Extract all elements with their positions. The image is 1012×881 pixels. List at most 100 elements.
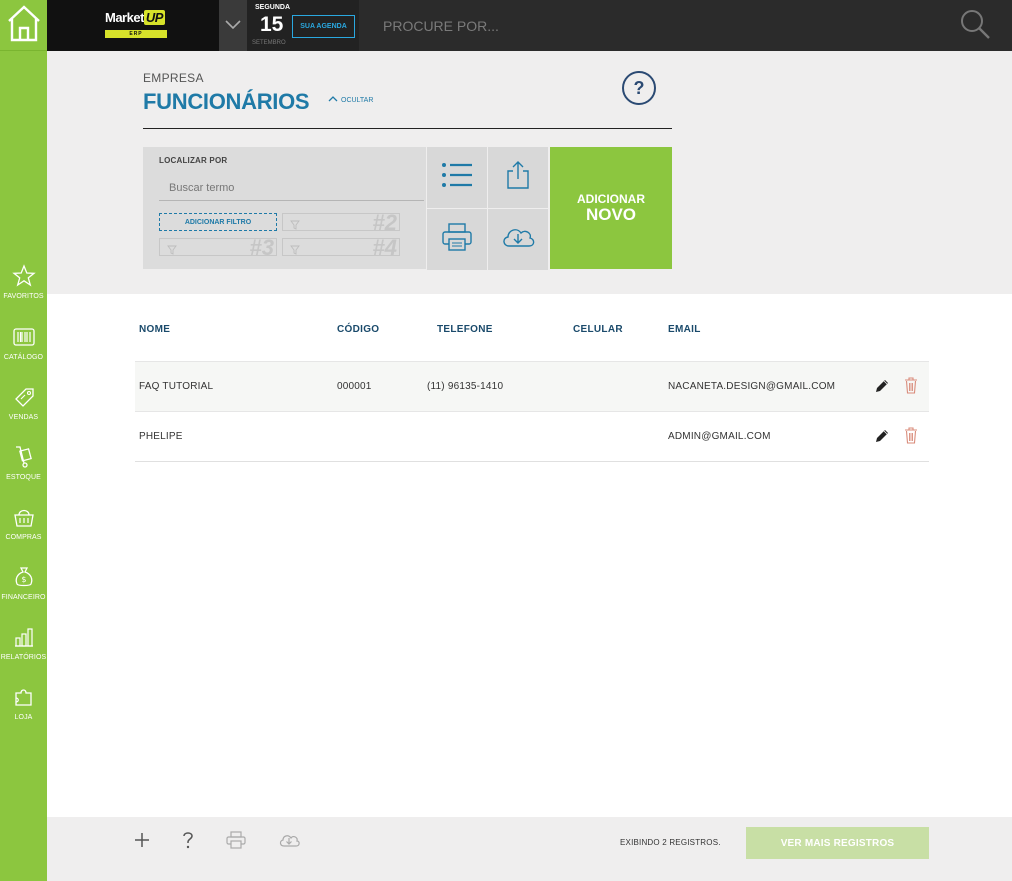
footer-bar: EXIBINDO 2 REGISTROS. VER MAIS REGISTROS <box>47 817 1012 881</box>
sidebar-item-catalogo[interactable]: CATÁLOGO <box>0 320 47 376</box>
svg-text:$: $ <box>21 575 26 584</box>
page-header: EMPRESA FUNCIONÁRIOS OCULTAR ? LOCALIZAR… <box>47 51 1012 294</box>
help-footer-button[interactable] <box>177 831 199 853</box>
sidebar-item-label: COMPRAS <box>5 534 42 541</box>
sidebar-item-label: FAVORITOS <box>3 293 44 300</box>
add-filter-button[interactable]: ADICIONAR FILTRO <box>159 213 277 231</box>
column-header-codigo[interactable]: CÓDIGO <box>337 324 379 335</box>
help-button[interactable]: ? <box>622 71 656 105</box>
records-count: EXIBINDO 2 REGISTROS. <box>620 838 721 847</box>
list-view-button[interactable] <box>427 147 487 208</box>
filter-slot-number: #4 <box>372 235 397 260</box>
bar-chart-icon <box>12 623 36 651</box>
cell-nome: PHELIPE <box>139 431 183 442</box>
logo-text: Market <box>105 10 144 25</box>
table-row[interactable]: FAQ TUTORIAL 000001 (11) 96135-1410 NACA… <box>135 361 929 411</box>
puzzle-icon <box>12 683 36 711</box>
cell-telefone: (11) 96135-1410 <box>427 381 504 392</box>
trash-icon <box>904 427 918 448</box>
filter-icon <box>290 217 300 235</box>
tag-icon <box>12 383 36 411</box>
sidebar-item-vendas[interactable]: VENDAS <box>0 380 47 436</box>
filter-icon <box>167 242 177 260</box>
list-icon <box>441 161 473 194</box>
edit-button[interactable] <box>874 428 890 449</box>
cell-email: NACANETA.DESIGN@GMAIL.COM <box>668 381 836 392</box>
search-term-input[interactable] <box>159 175 424 201</box>
column-header-telefone[interactable]: TELEFONE <box>437 324 493 335</box>
sidebar-item-label: ESTOQUE <box>6 474 41 481</box>
sidebar-item-relatorios[interactable]: RELATÓRIOS <box>0 620 47 676</box>
pencil-icon <box>874 430 890 448</box>
cell-email: ADMIN@GMAIL.COM <box>668 431 771 442</box>
sidebar-item-loja[interactable]: LOJA <box>0 680 47 736</box>
cloud-download-footer-button[interactable] <box>278 831 300 853</box>
filter-icon <box>290 242 300 260</box>
printer-icon <box>226 830 246 854</box>
export-button[interactable] <box>488 147 548 208</box>
delete-button[interactable] <box>904 377 918 399</box>
filter-slot-4[interactable]: #4 <box>282 235 400 260</box>
column-header-nome[interactable]: NOME <box>139 324 170 335</box>
add-button[interactable] <box>131 831 153 853</box>
hide-label: OCULTAR <box>341 96 374 104</box>
sidebar-item-estoque[interactable]: ESTOQUE <box>0 440 47 496</box>
filter-label: LOCALIZAR POR <box>159 156 228 165</box>
filter-panel: LOCALIZAR POR ADICIONAR FILTRO #2 #3 #4 <box>143 147 426 269</box>
filter-slot-3[interactable]: #3 <box>159 235 277 260</box>
basket-icon <box>12 503 36 531</box>
sidebar-item-favoritos[interactable]: FAVORITOS <box>0 259 47 315</box>
search-button[interactable] <box>957 8 993 44</box>
sidebar-item-label: CATÁLOGO <box>3 354 44 361</box>
menu-dropdown-button[interactable] <box>219 0 247 51</box>
sidebar-item-compras[interactable]: COMPRAS <box>0 500 47 556</box>
cloud-download-icon <box>500 224 536 255</box>
trash-icon <box>904 377 918 398</box>
table-row[interactable]: PHELIPE ADMIN@GMAIL.COM <box>135 411 929 461</box>
agenda-button[interactable]: SUA AGENDA <box>292 15 355 38</box>
cloud-download-button[interactable] <box>488 209 548 270</box>
load-more-button[interactable]: VER MAIS REGISTROS <box>746 827 929 859</box>
filter-slot-2[interactable]: #2 <box>282 210 400 235</box>
cloud-download-icon <box>278 832 300 853</box>
plus-icon <box>134 832 150 853</box>
question-icon <box>181 831 195 854</box>
sidebar-item-label: FINANCEIRO <box>1 594 46 601</box>
logo-up: UP <box>143 10 165 25</box>
home-button[interactable] <box>0 0 47 51</box>
share-icon <box>506 160 530 195</box>
hide-toggle[interactable]: OCULTAR <box>328 96 373 104</box>
sidebar-item-label: VENDAS <box>8 414 39 421</box>
column-header-email[interactable]: EMAIL <box>668 324 701 335</box>
logo[interactable]: Market UP ERP <box>47 0 219 51</box>
date-weekday: SEGUNDA <box>255 4 291 11</box>
print-button[interactable] <box>427 209 487 270</box>
sidebar-item-label: LOJA <box>14 714 33 721</box>
date-widget: SEGUNDA 15 SETEMBRO SUA AGENDA <box>247 0 359 51</box>
employees-table: NOME CÓDIGO TELEFONE CELULAR EMAIL FAQ T… <box>47 294 1012 817</box>
money-bag-icon: $ <box>12 563 36 591</box>
add-new-label: ADICIONAR <box>577 191 645 206</box>
logo-erp: ERP <box>105 30 167 38</box>
delete-button[interactable] <box>904 427 918 449</box>
chevron-up-icon <box>328 96 338 104</box>
top-bar: Market UP ERP SEGUNDA 15 SETEMBRO SUA AGE… <box>47 0 1012 51</box>
divider <box>135 461 929 462</box>
date-day: 15 <box>260 13 284 36</box>
filter-slot-number: #3 <box>249 235 274 260</box>
edit-button[interactable] <box>874 378 890 399</box>
sidebar-item-financeiro[interactable]: $ FINANCEIRO <box>0 560 47 616</box>
cell-codigo: 000001 <box>337 381 372 392</box>
sidebar-item-label: RELATÓRIOS <box>0 654 47 661</box>
section-label: EMPRESA <box>143 71 204 85</box>
add-new-button[interactable]: ADICIONAR NOVO <box>550 147 672 269</box>
hand-truck-icon <box>12 443 36 471</box>
global-search-input[interactable] <box>359 0 949 51</box>
date-month: SETEMBRO <box>252 40 286 46</box>
cell-nome: FAQ TUTORIAL <box>139 381 214 392</box>
column-header-celular[interactable]: CELULAR <box>573 324 623 335</box>
printer-icon <box>441 222 473 257</box>
star-icon <box>11 262 36 290</box>
add-new-label-emphasis: NOVO <box>585 204 637 224</box>
print-footer-button[interactable] <box>225 830 247 854</box>
